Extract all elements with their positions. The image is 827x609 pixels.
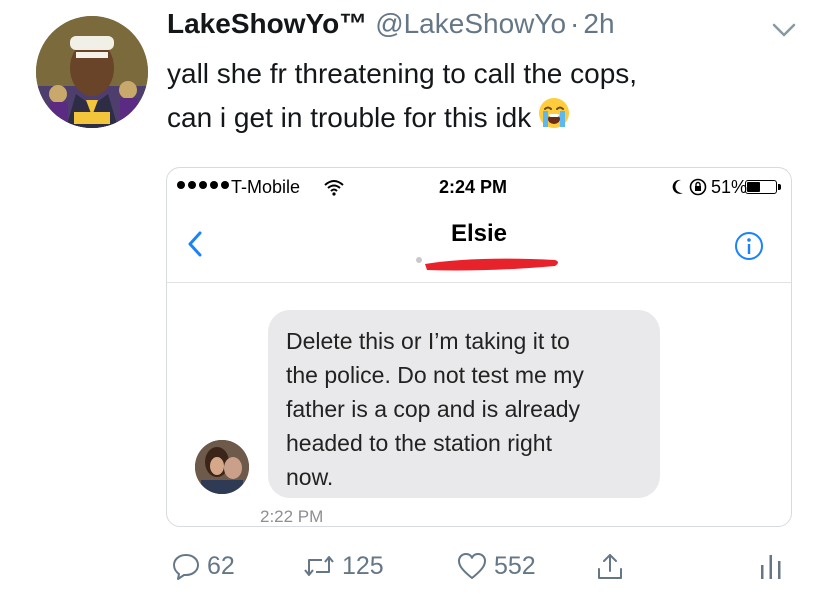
attached-screenshot[interactable]: T-Mobile 2:24 PM 51% Elsie Delete this o… bbox=[166, 167, 792, 527]
like-icon bbox=[458, 553, 486, 579]
retweet-icon bbox=[304, 556, 334, 576]
message-timestamp: 2:22 PM bbox=[260, 507, 324, 526]
reply-button[interactable]: 62 bbox=[171, 551, 235, 581]
message-line: father is a cop and is already bbox=[286, 396, 581, 422]
redaction-scribble bbox=[416, 257, 558, 271]
contact-name[interactable]: Elsie bbox=[167, 220, 791, 248]
analytics-icon bbox=[761, 555, 781, 579]
avatar[interactable] bbox=[36, 16, 148, 128]
signal-strength-icon bbox=[177, 181, 229, 189]
retweet-count: 125 bbox=[342, 551, 384, 580]
tweet-text: yall she fr threatening to call the cops… bbox=[167, 52, 807, 143]
display-name[interactable]: LakeShowYo™ bbox=[167, 8, 367, 40]
tweet-header: LakeShowYo™ @LakeShowYo · 2h bbox=[167, 8, 615, 40]
message-line: the police. Do not test me my bbox=[286, 362, 584, 388]
carrier-name: T-Mobile bbox=[231, 177, 301, 197]
battery-icon bbox=[745, 180, 781, 194]
message-line: headed to the station right bbox=[286, 430, 552, 456]
like-count: 552 bbox=[494, 551, 536, 580]
analytics-button[interactable] bbox=[758, 551, 784, 581]
tweet-text-line: yall she fr threatening to call the cops… bbox=[167, 58, 638, 89]
info-icon[interactable] bbox=[733, 230, 765, 262]
message-bubble[interactable]: Delete this or I’m taking it to the poli… bbox=[268, 310, 660, 498]
sender-avatar[interactable] bbox=[195, 440, 249, 494]
rotation-lock-icon bbox=[689, 178, 707, 196]
status-bar: T-Mobile 2:24 PM 51% bbox=[167, 168, 791, 210]
battery-percentage: 51% bbox=[711, 177, 748, 197]
share-button[interactable] bbox=[595, 551, 625, 583]
message-line: now. bbox=[286, 464, 334, 490]
reply-icon bbox=[173, 554, 199, 580]
user-handle[interactable]: @LakeShowYo bbox=[375, 8, 566, 40]
retweet-button[interactable]: 125 bbox=[302, 551, 384, 581]
message-line: Delete this or I’m taking it to bbox=[286, 328, 570, 354]
like-button[interactable]: 552 bbox=[456, 551, 536, 581]
tweet-text-line: can i get in trouble for this idk bbox=[167, 96, 807, 143]
wifi-icon bbox=[324, 180, 344, 196]
header-divider bbox=[167, 282, 791, 283]
tweet-time[interactable]: 2h bbox=[583, 8, 614, 40]
tweet-actions: 62 125 552 bbox=[0, 545, 827, 595]
reply-count: 62 bbox=[207, 551, 235, 580]
loudly-crying-face-icon bbox=[537, 96, 571, 143]
share-icon bbox=[598, 554, 622, 579]
status-clock: 2:24 PM bbox=[439, 177, 508, 197]
do-not-disturb-icon bbox=[672, 179, 683, 194]
chevron-down-icon[interactable] bbox=[770, 20, 798, 40]
separator-dot: · bbox=[570, 8, 580, 39]
